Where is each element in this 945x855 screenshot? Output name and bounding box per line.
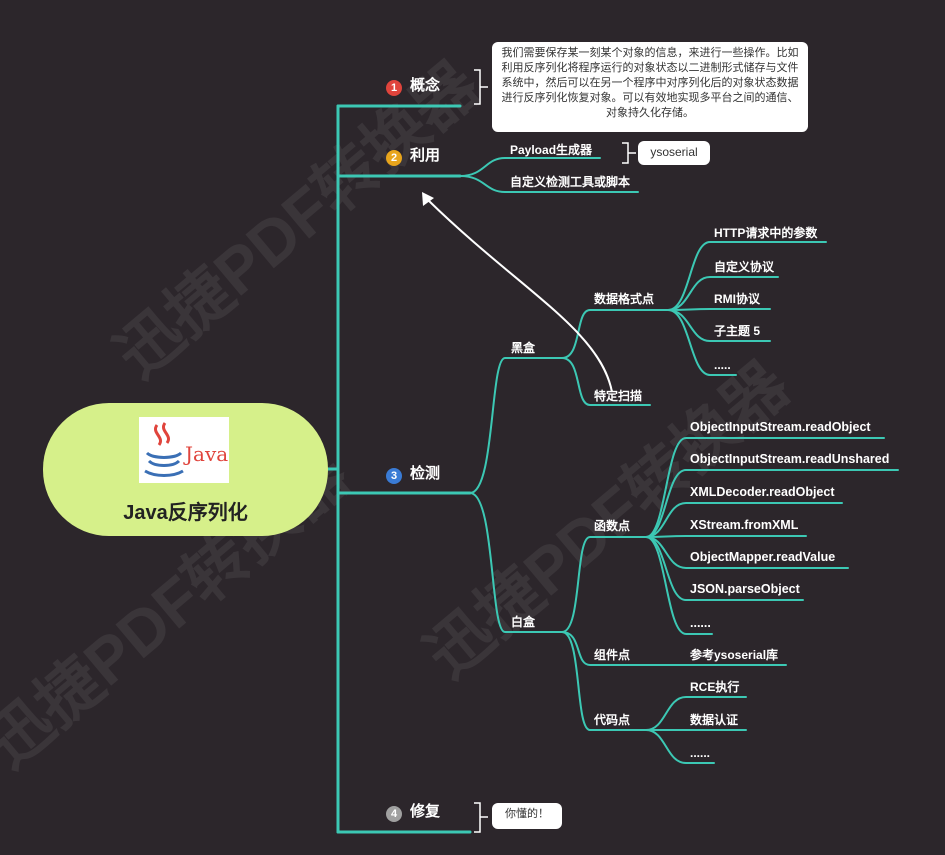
function-item[interactable]: ......: [690, 616, 711, 630]
blackbox-node[interactable]: 黑盒: [511, 341, 535, 355]
format-item[interactable]: 子主题 5: [714, 324, 760, 338]
format-item[interactable]: .....: [714, 358, 731, 372]
custom-tool[interactable]: 自定义检测工具或脚本: [510, 175, 630, 189]
ysoserial-note: ysoserial: [638, 141, 710, 165]
function-item[interactable]: XMLDecoder.readObject: [690, 485, 835, 499]
function-item[interactable]: ObjectInputStream.readObject: [690, 420, 871, 434]
code-item[interactable]: RCE执行: [690, 680, 739, 694]
component-item[interactable]: 参考ysoserial库: [690, 648, 778, 662]
branch-detect[interactable]: 检测: [410, 466, 440, 481]
branch-concept[interactable]: 概念: [410, 78, 440, 93]
branch-fix[interactable]: 修复: [410, 804, 440, 819]
code-item[interactable]: 数据认证: [690, 713, 738, 727]
component-point-node[interactable]: 组件点: [594, 648, 630, 662]
concept-note: 我们需要保存某一刻某个对象的信息，来进行一些操作。比如利用反序列化将程序运行的对…: [492, 42, 808, 132]
root-title: Java反序列化: [123, 502, 248, 524]
code-point-node[interactable]: 代码点: [594, 713, 630, 727]
function-item[interactable]: JSON.parseObject: [690, 582, 800, 596]
data-format-node[interactable]: 数据格式点: [594, 292, 654, 306]
fix-note: 你懂的！: [492, 803, 562, 829]
code-item[interactable]: ......: [690, 746, 710, 760]
function-item[interactable]: ObjectMapper.readValue: [690, 550, 835, 564]
branch-exploit[interactable]: 利用: [410, 148, 440, 163]
number-badge: 4: [386, 806, 402, 822]
function-item[interactable]: XStream.fromXML: [690, 518, 798, 532]
number-badge: 2: [386, 150, 402, 166]
number-badge: 3: [386, 468, 402, 484]
java-logo: Java: [139, 417, 229, 483]
format-item[interactable]: RMI协议: [714, 292, 760, 306]
svg-text:Java: Java: [183, 442, 228, 466]
mind-map-canvas: 迅捷PDF转换器 迅捷PDF转换器 迅捷PDF转换器 Java Java反序列化…: [0, 0, 945, 855]
format-item[interactable]: HTTP请求中的参数: [714, 226, 817, 240]
root-node[interactable]: Java Java反序列化: [43, 403, 328, 536]
function-point-node[interactable]: 函数点: [594, 519, 630, 533]
format-item[interactable]: 自定义协议: [714, 260, 774, 274]
number-badge: 1: [386, 80, 402, 96]
specific-scan-node[interactable]: 特定扫描: [594, 389, 642, 403]
function-item[interactable]: ObjectInputStream.readUnshared: [690, 452, 889, 466]
whitebox-node[interactable]: 白盒: [511, 615, 535, 629]
payload-generator[interactable]: Payload生成器: [510, 143, 592, 157]
